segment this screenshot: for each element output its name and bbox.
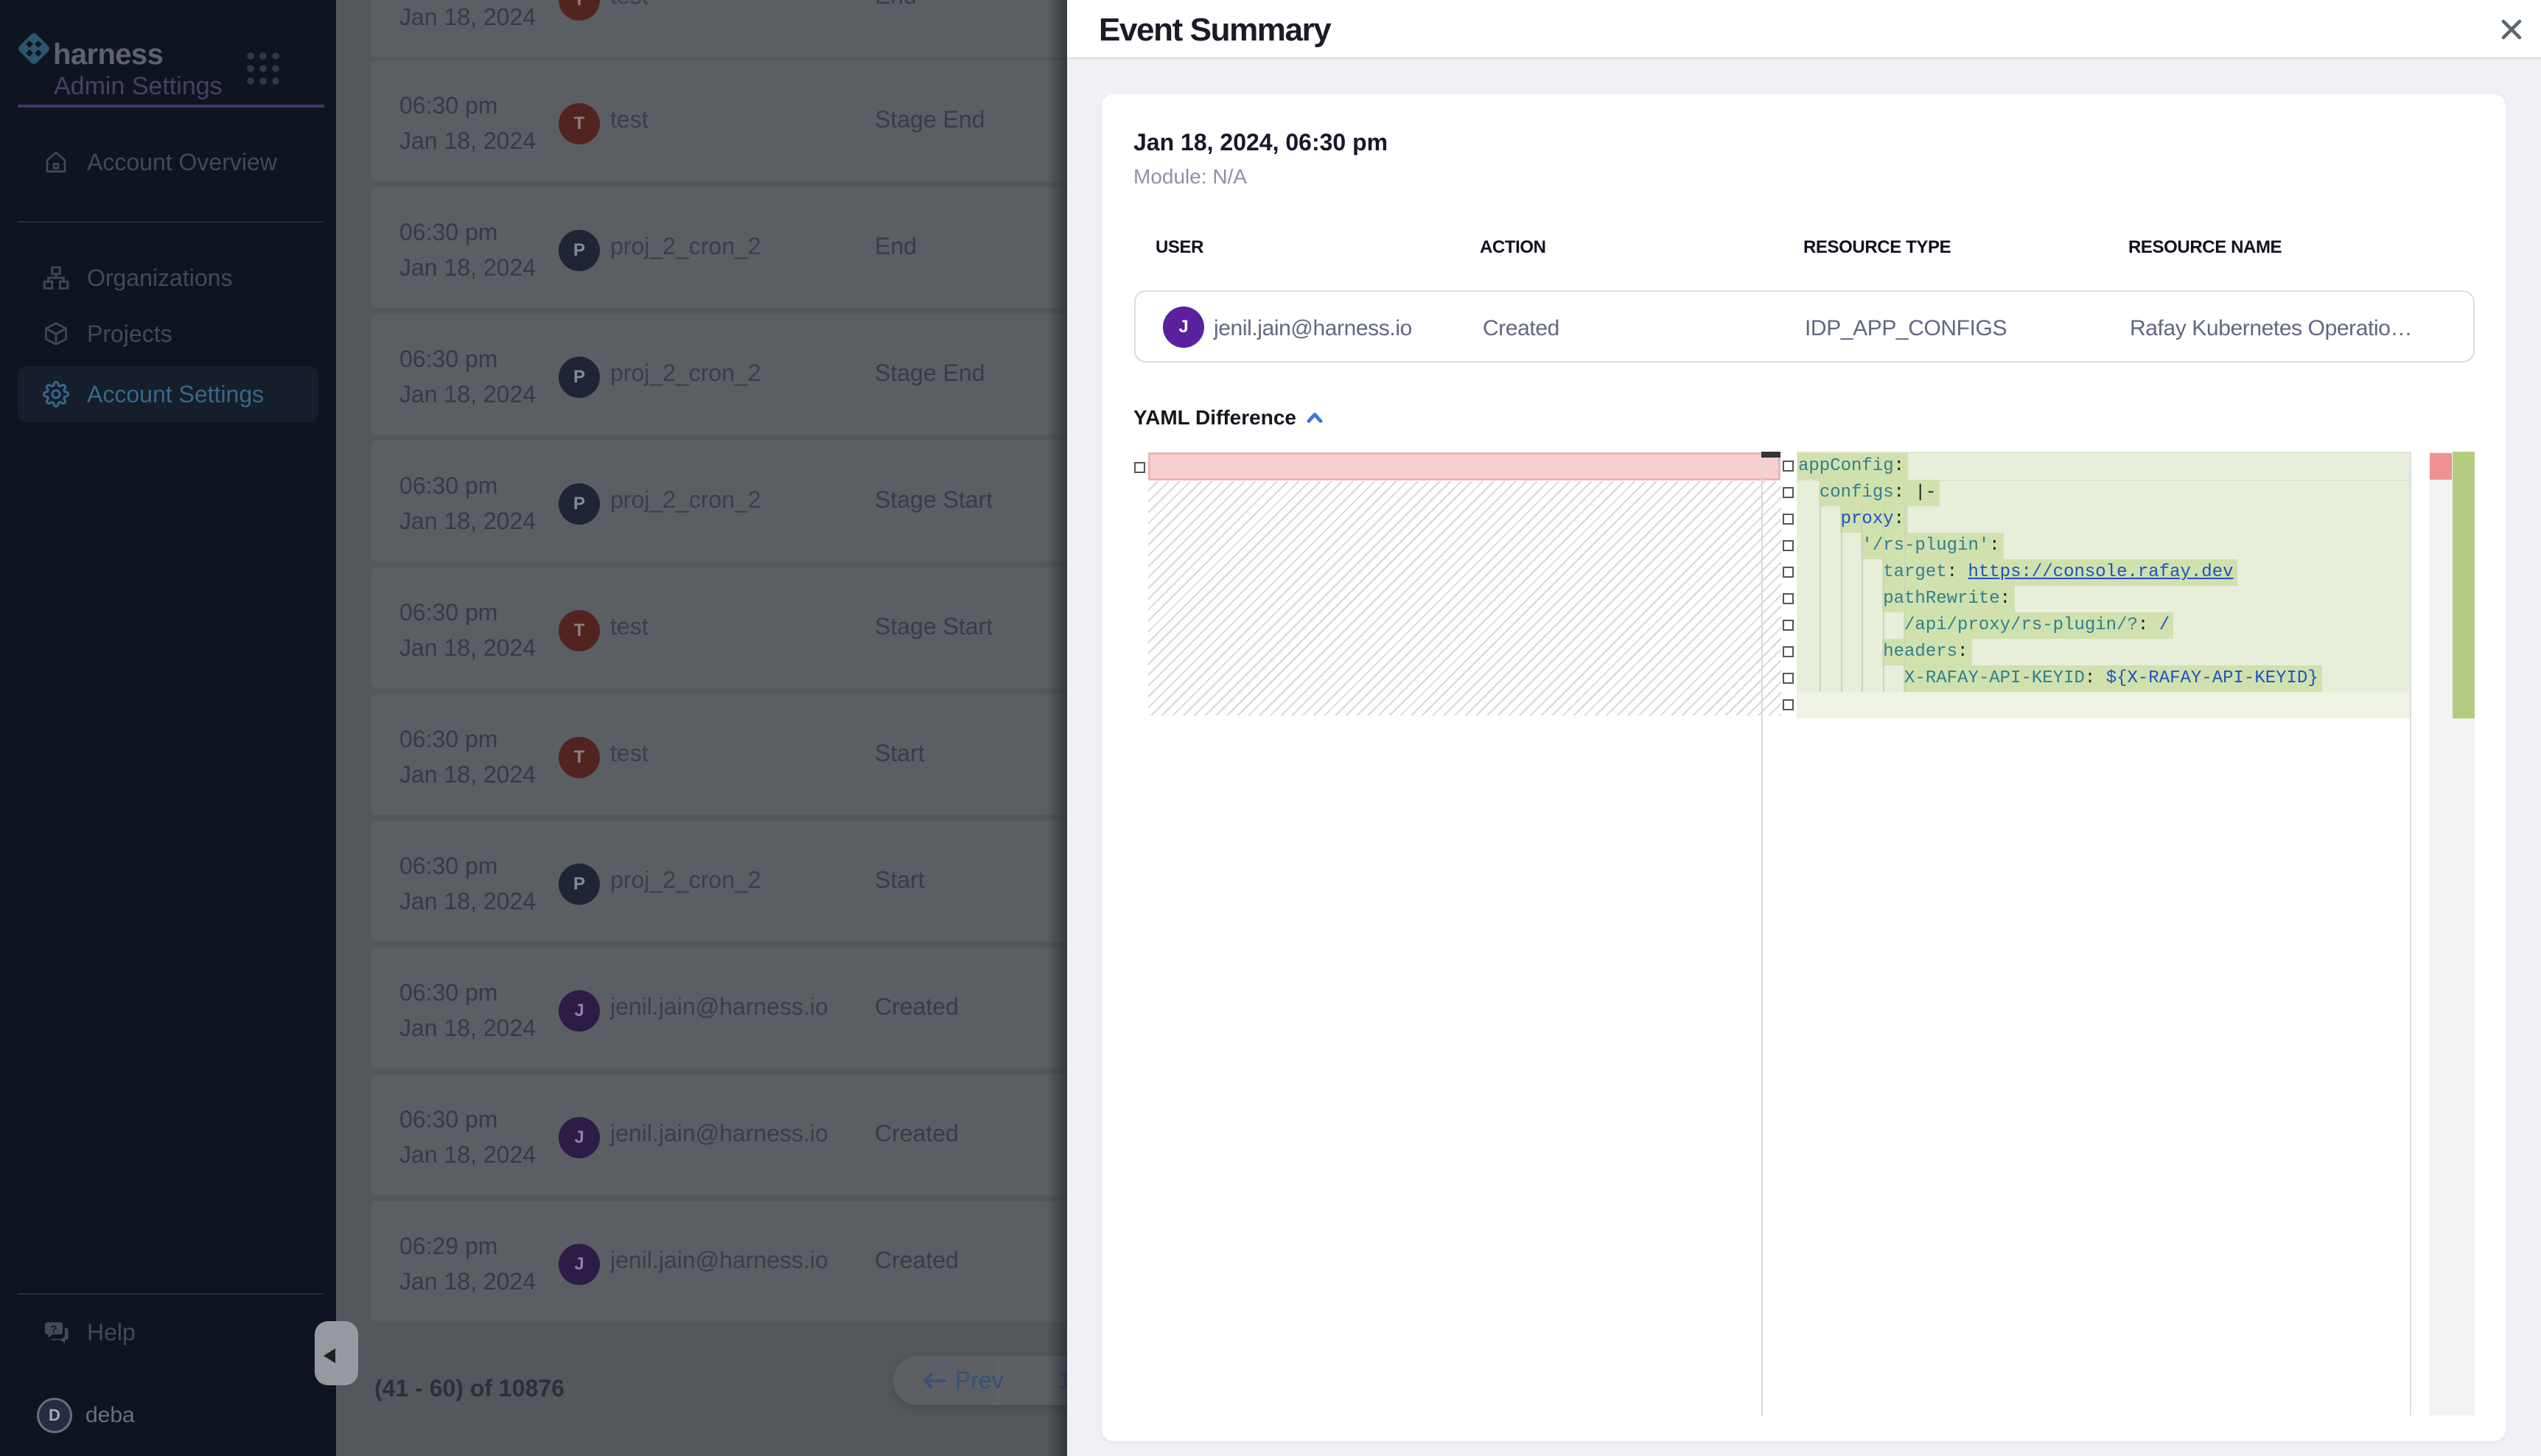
svg-text:?: ? [50,1323,57,1336]
